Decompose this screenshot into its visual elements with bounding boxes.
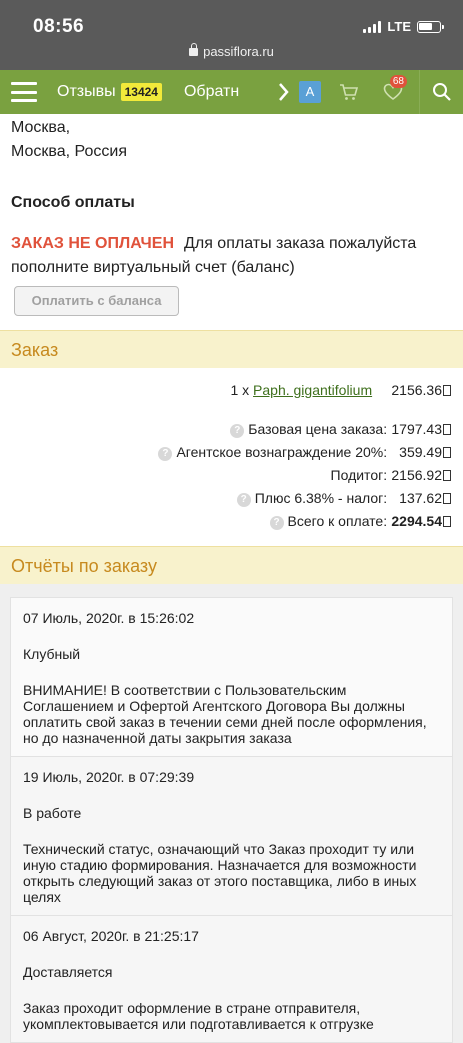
reports-section-header: Отчёты по заказу — [0, 546, 463, 584]
summary-value: 359.49 — [391, 441, 451, 464]
pay-from-balance-button[interactable]: Оплатить с баланса — [14, 286, 179, 316]
search-icon[interactable] — [419, 70, 463, 114]
battery-icon — [417, 20, 444, 33]
summary-value: 2156.92 — [391, 464, 451, 487]
address-line-1: Москва, — [11, 119, 71, 136]
network-type: LTE — [387, 19, 411, 34]
report-date: 19 Июль, 2020г. в 07:29:39 — [23, 769, 195, 785]
lock-icon — [189, 43, 199, 56]
signal-icon — [363, 20, 382, 33]
report-text: Заказ проходит оформление в стране отпра… — [23, 1000, 374, 1032]
reviews-count-badge: 13424 — [120, 83, 162, 101]
report-text: ВНИМАНИЕ! В соответствии с Пользовательс… — [23, 682, 427, 746]
currency-icon — [443, 470, 451, 481]
cart-icon[interactable] — [327, 70, 371, 114]
summary-agent-fee: ? Агентское вознаграждение 20%: 359.49 — [0, 441, 463, 464]
report-item: 07 Июль, 2020г. в 15:26:02 Клубный ВНИМА… — [10, 597, 453, 757]
favorites-button[interactable]: 68 — [371, 70, 415, 114]
order-item-row: 1 x Paph. gigantifolium 2156.36 — [0, 379, 463, 401]
help-icon[interactable]: ? — [158, 447, 173, 461]
payment-status: ЗАКАЗ НЕ ОПЛАЧЕН Для оплаты заказа пожалу… — [0, 212, 463, 316]
order-section-header: Заказ — [0, 330, 463, 368]
order-page-content: Москва, Москва, Россия Способ оплаты ЗАК… — [0, 114, 463, 1043]
favorites-count-badge: 68 — [389, 75, 407, 88]
status-bar: 08:56 LTE passiflora.ru — [0, 0, 463, 70]
currency-icon — [443, 493, 451, 504]
site-navbar: Отзывы 13424 Обратн A 68 — [0, 70, 463, 114]
item-qty: 1 x — [230, 382, 250, 398]
order-reports-list: 07 Июль, 2020г. в 15:26:02 Клубный ВНИМА… — [0, 584, 463, 1043]
menu-icon[interactable] — [11, 82, 37, 102]
report-status: В работе — [23, 805, 82, 821]
report-status: Доставляется — [23, 964, 113, 980]
summary-tax: ? Плюс 6.38% - налог: 137.62 — [0, 487, 463, 510]
address-bar[interactable]: passiflora.ru — [0, 43, 463, 59]
report-date: 06 Август, 2020г. в 21:25:17 — [23, 928, 199, 944]
summary-value: 2294.54 — [391, 510, 451, 533]
report-item: 06 Август, 2020г. в 21:25:17 Доставляетс… — [10, 916, 453, 1043]
nav-actions: A 68 — [275, 70, 463, 114]
url-text: passiflora.ru — [203, 44, 274, 59]
currency-icon — [443, 447, 451, 458]
payment-method-title: Способ оплаты — [11, 194, 135, 211]
help-icon[interactable]: ? — [236, 493, 251, 507]
summary-value: 1797.43 — [391, 418, 451, 441]
summary-subtotal: Подитог: 2156.92 — [0, 464, 463, 487]
chevron-right-icon[interactable] — [275, 70, 291, 114]
currency-icon — [443, 385, 451, 396]
nav-reviews[interactable]: Отзывы 13424 — [57, 83, 162, 101]
help-icon[interactable]: ? — [269, 516, 284, 530]
summary-value: 137.62 — [391, 487, 451, 510]
summary-base-price: ? Базовая цена заказа: 1797.43 — [0, 418, 463, 441]
status-icons: LTE — [363, 19, 444, 34]
report-text: Технический статус, означающий что Заказ… — [23, 841, 417, 905]
nav-feedback[interactable]: Обратн — [184, 83, 242, 101]
not-paid-status: ЗАКАЗ НЕ ОПЛАЧЕН — [11, 235, 175, 252]
report-date: 07 Июль, 2020г. в 15:26:02 — [23, 610, 195, 626]
nav-reviews-label: Отзывы — [57, 83, 116, 100]
report-status: Клубный — [23, 646, 81, 662]
currency-icon — [443, 516, 451, 527]
language-button[interactable]: A — [299, 81, 321, 103]
item-name-link[interactable]: Paph. gigantifolium — [253, 382, 372, 398]
currency-icon — [443, 424, 451, 435]
clock: 08:56 — [33, 16, 85, 37]
report-item: 19 Июль, 2020г. в 07:29:39 В работе Техн… — [10, 757, 453, 916]
delivery-address: Москва, Москва, Россия — [0, 114, 463, 164]
order-summary: 1 x Paph. gigantifolium 2156.36 ? Базовая… — [0, 368, 463, 533]
address-line-2: Москва, Россия — [11, 143, 127, 160]
summary-total: ? Всего к оплате: 2294.54 — [0, 510, 463, 533]
item-price: 2156.36 — [376, 379, 451, 401]
help-icon[interactable]: ? — [230, 424, 245, 438]
